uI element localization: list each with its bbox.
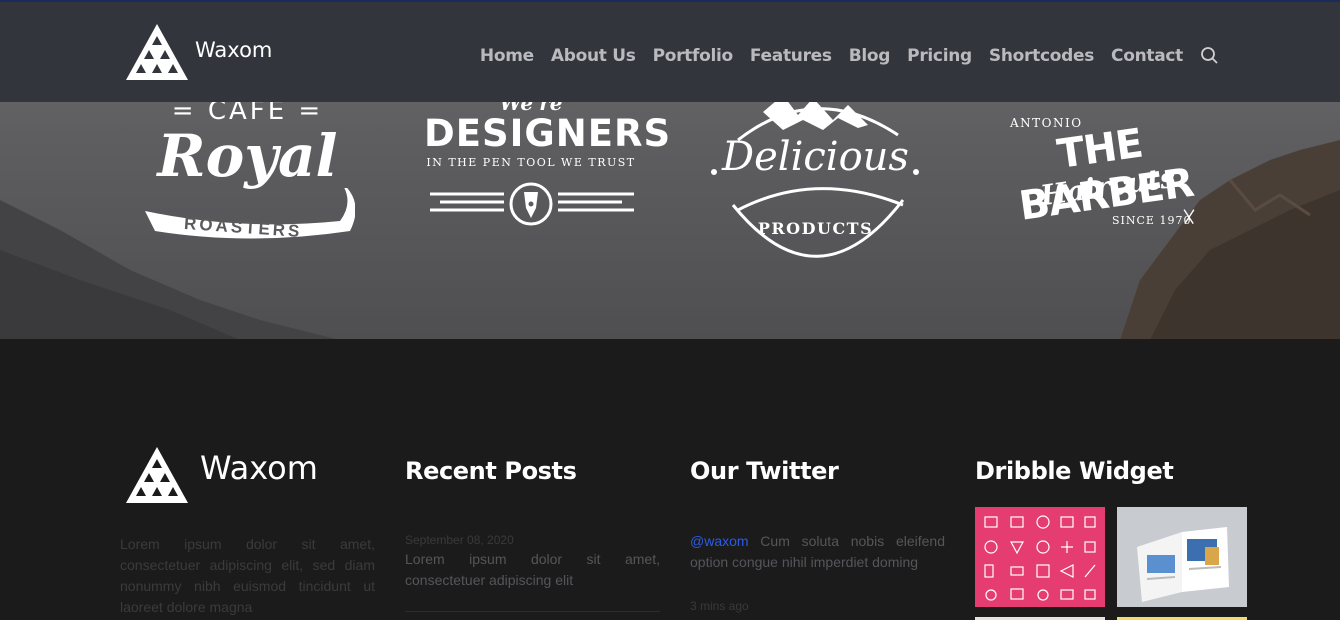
- recent-posts-title: Recent Posts: [405, 457, 577, 485]
- client-logo-designers[interactable]: We're DESIGNERS IN THE PEN TOOL WE TRUST: [424, 92, 672, 232]
- client-logo-delicious[interactable]: Delicious PRODUCTS: [708, 90, 923, 270]
- dribbble-shot-icons[interactable]: [975, 507, 1105, 607]
- designers-label: DESIGNERS: [424, 112, 672, 155]
- scissors-icon: [1183, 209, 1195, 224]
- waxom-logo-icon: [126, 447, 188, 503]
- pen-nib-icon: [430, 182, 634, 226]
- twitter-title: Our Twitter: [690, 457, 839, 485]
- nav-features[interactable]: Features: [750, 46, 832, 66]
- nav-shortcodes[interactable]: Shortcodes: [989, 46, 1094, 66]
- post-date: September 08, 2020: [405, 533, 514, 547]
- mountain-emblem-icon: [711, 95, 919, 258]
- search-icon[interactable]: [1200, 46, 1220, 66]
- waxom-logo-icon: [126, 24, 188, 80]
- dribbble-shot-magazine[interactable]: [1117, 507, 1247, 607]
- nav-portfolio[interactable]: Portfolio: [653, 46, 734, 66]
- nav-home[interactable]: Home: [480, 46, 534, 66]
- client-logo-cafe-royal[interactable]: = CAFE = Royal ROASTERS: [140, 96, 355, 246]
- site-footer: Waxom Lorem ipsum dolor sit amet, consec…: [0, 339, 1340, 620]
- magazine-image: [1137, 527, 1229, 602]
- products-label: PRODUCTS: [757, 219, 874, 238]
- tagline-label: IN THE PEN TOOL WE TRUST: [426, 156, 636, 169]
- footer-brand-name: Waxom: [200, 449, 318, 487]
- nav-blog[interactable]: Blog: [849, 46, 891, 66]
- page: = CAFE = Royal ROASTERS We're DESIGNERS …: [0, 0, 1340, 620]
- nav-pricing[interactable]: Pricing: [907, 46, 972, 66]
- delicious-label: Delicious: [722, 134, 909, 180]
- brand-name: Waxom: [195, 38, 273, 62]
- brand[interactable]: Waxom: [126, 24, 272, 80]
- footer-about-text: Lorem ipsum dolor sit amet, consectetuer…: [120, 536, 375, 615]
- icon-grid-image: [984, 515, 1096, 601]
- client-logo-barber[interactable]: ANTONIO THE BARBER Haircuts SINCE 1970: [996, 108, 1210, 238]
- nav-contact[interactable]: Contact: [1111, 46, 1183, 66]
- nav-about-us[interactable]: About Us: [551, 46, 636, 66]
- site-header: Waxom Home About Us Portfolio Features B…: [0, 0, 1340, 102]
- footer-brand[interactable]: Waxom: [126, 447, 318, 503]
- tweet-time: 3 mins ago: [690, 599, 749, 613]
- since-label: SINCE 1970: [1112, 214, 1192, 227]
- post-divider: [405, 611, 660, 612]
- antonio-label: ANTONIO: [1010, 116, 1083, 130]
- royal-label: Royal: [157, 122, 338, 190]
- main-nav: Home About Us Portfolio Features Blog Pr…: [463, 46, 1220, 66]
- tweet: @waxom Cum soluta nobis eleifend option …: [690, 531, 945, 573]
- dribbble-title: Dribble Widget: [975, 457, 1174, 485]
- twitter-handle-link[interactable]: @waxom: [690, 533, 749, 549]
- post-link[interactable]: Lorem ipsum dolor sit amet, consectetuer…: [405, 549, 660, 591]
